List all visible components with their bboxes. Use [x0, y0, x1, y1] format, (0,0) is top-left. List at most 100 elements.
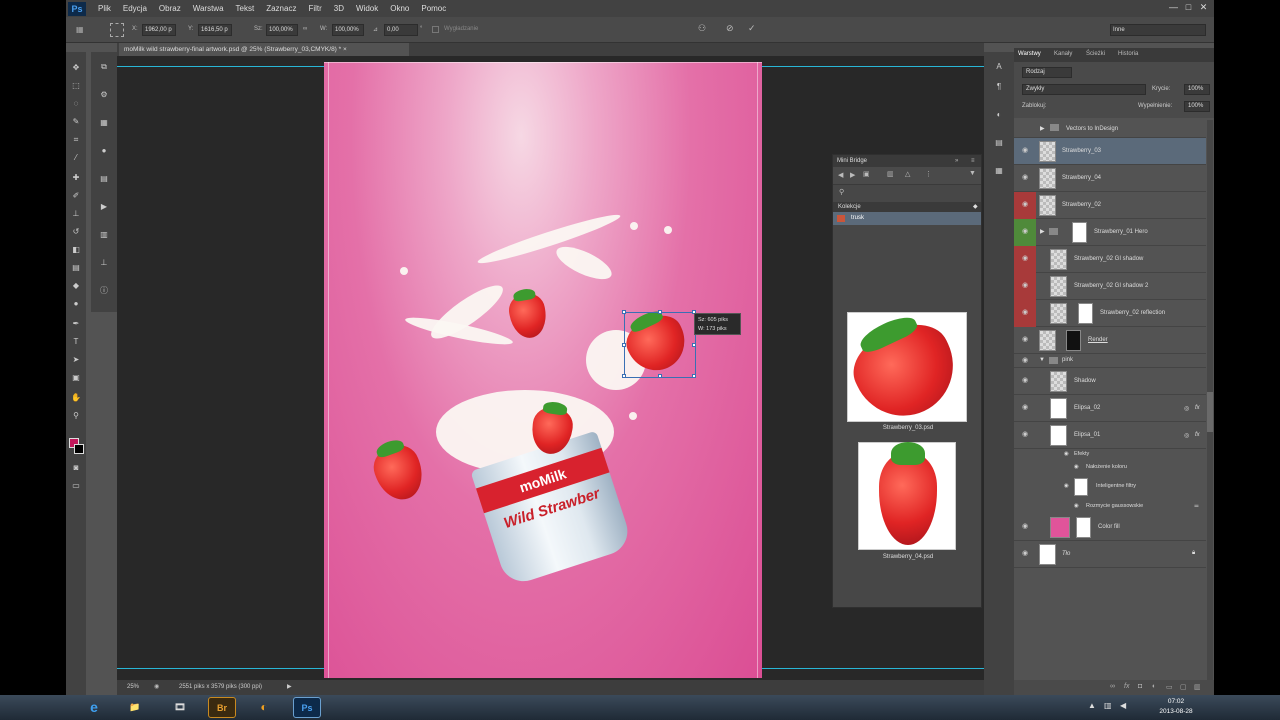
thumbnail-strawberry-03[interactable] [842, 311, 970, 433]
fx-icon[interactable]: fx [1195, 432, 1200, 438]
menu-file[interactable]: Plik [98, 4, 111, 13]
transform-handle[interactable] [658, 374, 662, 378]
tab-channels[interactable]: Kanały [1054, 51, 1072, 57]
layer-row-background[interactable]: ◉ Tło 🔒︎ [1014, 541, 1206, 568]
shape-tool-icon[interactable]: ▣ [70, 372, 82, 384]
brush-tool-icon[interactable]: ✐ [70, 190, 82, 202]
expand-arrow-icon[interactable]: ▶ [1040, 228, 1045, 235]
sort-icon[interactable]: △ [905, 170, 910, 178]
transform-handle[interactable] [622, 343, 626, 347]
transform-handle[interactable] [622, 374, 626, 378]
paragraph-panel-icon[interactable]: ¶ [992, 80, 1006, 94]
effect-row[interactable]: ◉ Nałożenie koloru [1014, 461, 1206, 474]
layer-row[interactable]: ◉ Color fill [1014, 514, 1206, 541]
visibility-eye-icon[interactable]: ◉ [1020, 404, 1030, 412]
link-layers-icon[interactable]: ∞ [1110, 683, 1115, 690]
screen-mode-icon[interactable]: ▭ [70, 480, 82, 492]
layer-row[interactable]: ◉ Strawberry_02 [1014, 192, 1206, 219]
network-icon[interactable]: ▥ [1104, 701, 1112, 710]
effect-eye-icon[interactable]: ◉ [1074, 461, 1079, 474]
smart-filter-icon[interactable]: ◎ [1184, 405, 1189, 412]
adjustment-layer-icon[interactable]: ◐ [1152, 683, 1156, 690]
kind-filter-select[interactable]: Rodzaj [1022, 67, 1072, 78]
layer-row[interactable]: ◉ Elipsa_02 ◎ fx [1014, 395, 1206, 422]
visibility-eye-icon[interactable]: ◉ [1020, 357, 1030, 365]
visibility-eye-icon[interactable]: ◉ [1020, 431, 1030, 439]
actions-panel-icon[interactable]: ⚙ [97, 88, 111, 102]
thumbnail-strawberry-04[interactable] [858, 441, 956, 550]
collections-header[interactable]: Kolekcje ◆ [833, 202, 981, 212]
collapse-icon[interactable]: » [955, 155, 958, 167]
transform-handle[interactable] [622, 310, 626, 314]
collection-item-trusk[interactable]: trusk [833, 212, 981, 225]
visibility-eye-icon[interactable]: ◉ [1020, 174, 1030, 182]
layer-row[interactable]: ◉ Render [1014, 327, 1206, 354]
visibility-eye-icon[interactable]: ◉ [1020, 377, 1030, 385]
home-icon[interactable]: ▣ [863, 170, 870, 178]
transform-bounding-box[interactable] [622, 310, 696, 378]
visibility-eye-icon[interactable]: ◉ [1020, 309, 1030, 317]
workspace-select[interactable]: Inne [1110, 24, 1206, 36]
history-brush-icon[interactable]: ↺ [70, 226, 82, 238]
path-select-icon[interactable]: ➤ [70, 354, 82, 366]
visibility-eye-icon[interactable]: ◉ [1020, 550, 1030, 558]
tab-layers[interactable]: Warstwy [1018, 51, 1041, 57]
layer-group-row[interactable]: ◉ ▼ pink [1014, 354, 1206, 368]
smart-filter-icon[interactable]: ◎ [1184, 432, 1189, 439]
document-tab[interactable]: moMilk wild strawberry-final artwork.psd… [119, 43, 409, 56]
new-layer-icon[interactable]: ▢ [1180, 683, 1187, 691]
swatches-panel-icon[interactable]: ▦ [97, 116, 111, 130]
eraser-tool-icon[interactable]: ◧ [70, 244, 82, 256]
layer-row-selected[interactable]: ◉ Strawberry_03 [1014, 138, 1206, 165]
lasso-tool-icon[interactable]: ◌ [70, 98, 82, 110]
filter-eye-icon[interactable]: ◉ [1074, 500, 1079, 513]
new-group-icon[interactable]: ▭ [1166, 683, 1173, 691]
visibility-eye-icon[interactable]: ◉ [1020, 523, 1030, 531]
cancel-transform-icon[interactable]: ⊘ [726, 23, 739, 36]
add-style-icon[interactable]: fx [1124, 683, 1129, 690]
layer-row[interactable]: ◉ Strawberry_02 reflection [1014, 300, 1206, 327]
height-field[interactable]: 100,00% [332, 24, 364, 36]
visibility-eye-icon[interactable]: ◉ [1020, 282, 1030, 290]
scrollbar-thumb[interactable] [1207, 392, 1213, 432]
menu-help[interactable]: Pomoc [421, 4, 446, 13]
menu-select[interactable]: Zaznacz [266, 4, 296, 13]
visibility-eye-icon[interactable]: ◉ [1020, 201, 1030, 209]
quick-mask-icon[interactable]: ◙ [70, 462, 82, 474]
filter-icon[interactable]: ▼ [969, 170, 976, 177]
menu-window[interactable]: Okno [390, 4, 409, 13]
collections-dropdown-icon[interactable]: ◆ [973, 202, 978, 212]
angle-field[interactable]: 0,00 [384, 24, 418, 36]
layer-group-row[interactable]: ◉ ▶ Strawberry_01 Hero [1014, 219, 1206, 246]
filter-options-icon[interactable]: ⚌ [1194, 500, 1199, 513]
smart-filters-row[interactable]: ◉ Inteligentne filtry [1014, 476, 1206, 498]
adjustments-panel-icon[interactable]: ◐ [992, 108, 1006, 122]
dodge-tool-icon[interactable]: ● [70, 298, 82, 310]
blur-tool-icon[interactable]: ◆ [70, 280, 82, 292]
zoom-tool-icon[interactable]: ⚲ [70, 410, 82, 422]
panel-menu-icon[interactable]: ≡ [971, 155, 975, 167]
eyedropper-tool-icon[interactable]: ⁄ [70, 152, 82, 164]
crop-tool-icon[interactable]: ⌗ [70, 134, 82, 146]
document-canvas[interactable]: moMilk Wild Strawber Sz: 605 piks W: 173… [324, 62, 762, 678]
background-color-swatch[interactable] [74, 444, 84, 454]
play-action-icon[interactable]: ▶ [97, 200, 111, 214]
internet-explorer-icon[interactable]: e [80, 697, 108, 718]
menu-type[interactable]: Tekst [236, 4, 255, 13]
visibility-eye-icon[interactable]: ◉ [1020, 147, 1030, 155]
brush-panel-icon[interactable]: ● [97, 144, 111, 158]
blend-mode-select[interactable]: Zwykły [1022, 84, 1146, 95]
blender-app-icon[interactable]: ◐ [250, 697, 278, 718]
link-icon[interactable]: ∞ [303, 26, 307, 32]
close-window-button[interactable]: ✕ [1197, 2, 1210, 13]
view-icon[interactable]: ▥ [887, 170, 894, 178]
clone-source-icon[interactable]: ⊥ [97, 256, 111, 270]
healing-tool-icon[interactable]: ✚ [70, 172, 82, 184]
visibility-eye-icon[interactable]: ◉ [1020, 228, 1030, 236]
collapse-arrow-icon[interactable]: ▼ [1039, 357, 1045, 363]
file-explorer-icon[interactable]: 📁 [121, 697, 149, 718]
hand-tool-icon[interactable]: ✋ [70, 392, 82, 404]
layer-comps-icon[interactable]: ▥ [97, 228, 111, 242]
fx-icon[interactable]: fx [1195, 405, 1200, 411]
mini-bridge-icon[interactable]: ▦ [992, 164, 1006, 178]
